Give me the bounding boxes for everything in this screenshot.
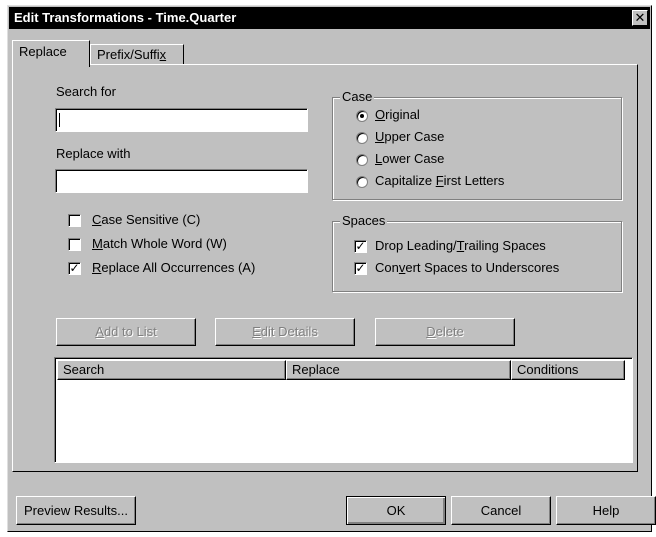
tab-prefix-suffix[interactable]: Prefix/Suffix (90, 44, 184, 65)
close-icon[interactable]: ✕ (632, 10, 648, 26)
tab-replace[interactable]: Replace (12, 40, 90, 67)
title-bar[interactable]: Edit Transformations - Time.Quarter ✕ (9, 7, 650, 29)
replace-tab-panel (12, 64, 638, 472)
tab-prefix-suffix-label: Prefix/Suffix (97, 47, 167, 62)
window-title: Edit Transformations - Time.Quarter (14, 10, 237, 25)
tab-replace-label: Replace (19, 44, 67, 59)
